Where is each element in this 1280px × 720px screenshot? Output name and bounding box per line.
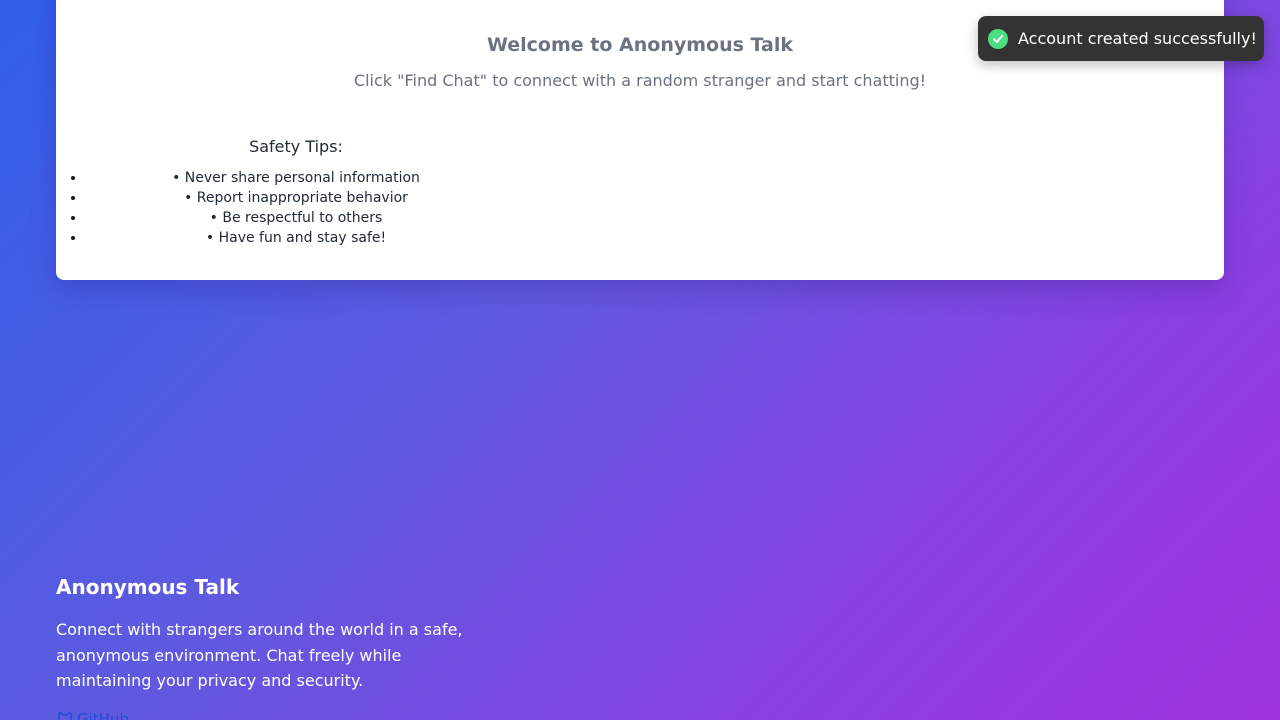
safety-tip-item: • Have fun and stay safe! bbox=[86, 228, 506, 248]
github-icon bbox=[58, 711, 72, 720]
toast-message: Account created successfully! bbox=[1018, 29, 1257, 48]
github-link[interactable]: GitHub bbox=[56, 710, 129, 720]
check-circle-icon bbox=[988, 28, 1008, 49]
github-label: GitHub bbox=[77, 710, 129, 720]
safety-tip-item: • Never share personal information bbox=[86, 168, 506, 188]
safety-tips-list: • Never share personal information • Rep… bbox=[86, 168, 506, 248]
success-toast[interactable]: Account created successfully! bbox=[978, 16, 1264, 61]
welcome-subtitle: Click "Find Chat" to connect with a rand… bbox=[353, 71, 927, 90]
footer-title: Anonymous Talk bbox=[56, 575, 240, 599]
safety-tips-title: Safety Tips: bbox=[249, 137, 343, 156]
safety-tip-item: • Report inappropriate behavior bbox=[86, 188, 506, 208]
footer-description: Connect with strangers around the world … bbox=[56, 620, 463, 690]
safety-tip-item: • Be respectful to others bbox=[86, 208, 506, 228]
